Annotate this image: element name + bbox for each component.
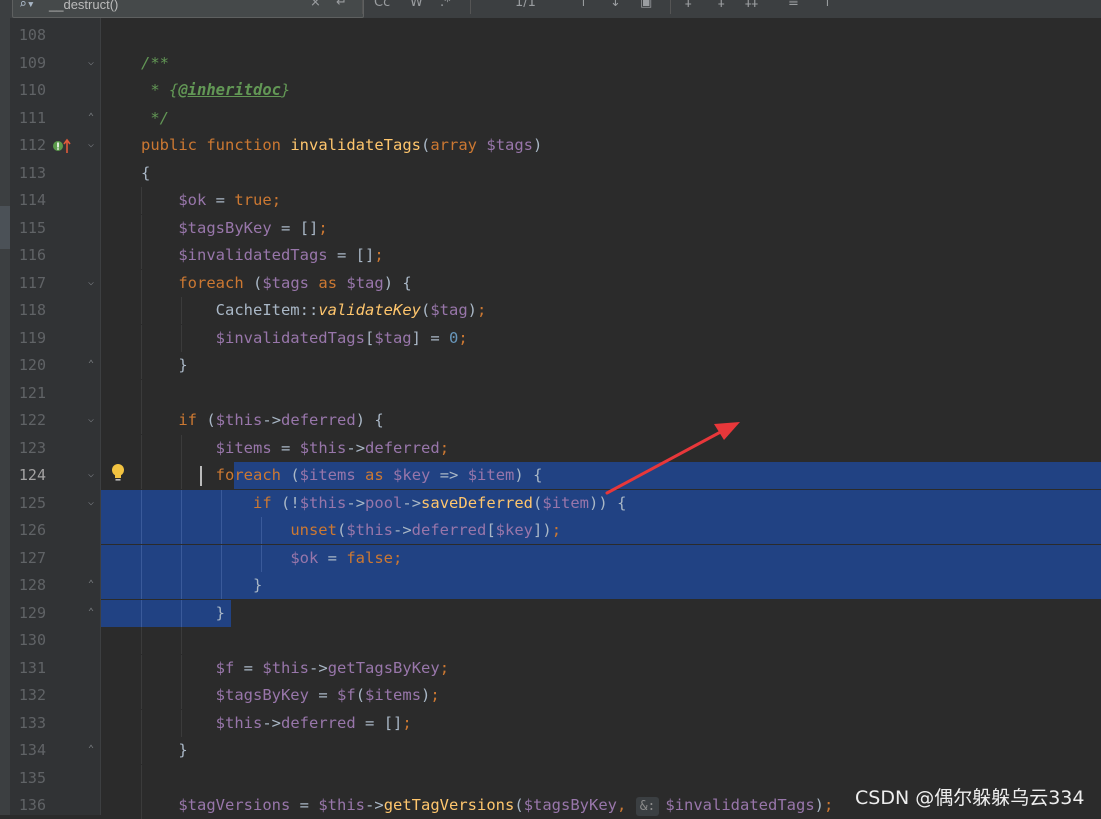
watermark: CSDN @偶尔躲躲乌云334 xyxy=(855,787,1085,809)
annotation-arrow-icon xyxy=(605,422,740,495)
